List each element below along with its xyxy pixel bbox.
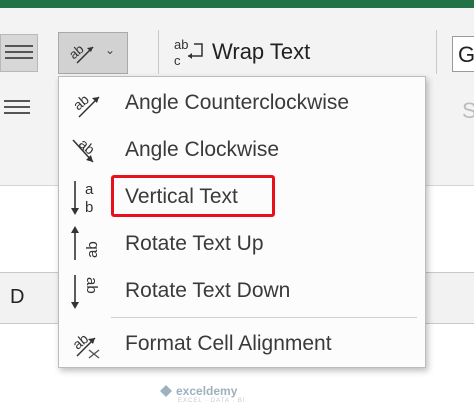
exceldemy-logo-icon — [160, 385, 172, 397]
format-cell-alignment-icon: ab — [65, 324, 105, 364]
orientation-button[interactable]: ab ⌄ — [58, 32, 128, 74]
svg-text:ab: ab — [174, 37, 188, 52]
svg-text:ab: ab — [67, 41, 87, 62]
menu-item-angle-counterclockwise[interactable]: ab Angle Counterclockwise — [59, 80, 425, 126]
number-format-box[interactable]: G — [452, 36, 474, 72]
svg-text:c: c — [174, 53, 181, 68]
menu-item-angle-clockwise[interactable]: ab Angle Clockwise — [59, 127, 425, 173]
watermark-tagline: EXCEL · DATA · BI — [178, 398, 246, 404]
divider — [436, 30, 437, 74]
orientation-ab-diagonal-icon: ab — [67, 41, 94, 64]
wrap-text-icon: ab c — [174, 37, 203, 68]
svg-text:a: a — [85, 181, 94, 198]
svg-text:ab: ab — [70, 91, 92, 113]
align-right-button[interactable] — [0, 34, 38, 72]
menu-separator — [111, 317, 417, 318]
rotate-text-down-icon: ab — [65, 271, 105, 311]
watermark-brand: exceldemy — [176, 384, 238, 398]
svg-text:ab: ab — [69, 330, 91, 352]
menu-item-format-cell-alignment[interactable]: ab Format Cell Alignment — [59, 321, 425, 367]
chevron-down-icon: ⌄ — [105, 43, 116, 57]
align-lines-icon — [4, 96, 30, 118]
partial-ribbon-glyph: S — [462, 98, 474, 123]
highlight-box — [111, 175, 275, 217]
svg-text:ab: ab — [83, 277, 100, 294]
align-lines-icon — [5, 41, 33, 63]
menu-item-rotate-text-down[interactable]: ab Rotate Text Down — [59, 268, 425, 314]
vertical-text-icon: a b — [65, 177, 105, 217]
rotate-text-up-icon: ab — [65, 224, 105, 264]
divider — [158, 30, 159, 74]
wrap-text-button[interactable]: ab c Wrap Text — [172, 34, 310, 70]
column-header-d[interactable]: D — [10, 286, 24, 309]
angle-counterclockwise-icon: ab — [65, 83, 105, 123]
title-bar — [0, 0, 474, 8]
angle-clockwise-icon: ab — [65, 130, 105, 170]
orientation-menu: ab Angle Counterclockwise ab Angle Clock… — [58, 76, 426, 368]
watermark: exceldemy EXCEL · DATA · BI — [160, 384, 245, 404]
wrap-text-label: Wrap Text — [212, 39, 311, 64]
menu-item-rotate-text-up[interactable]: ab Rotate Text Up — [59, 221, 425, 267]
svg-text:b: b — [85, 199, 93, 216]
svg-text:ab: ab — [84, 241, 101, 258]
